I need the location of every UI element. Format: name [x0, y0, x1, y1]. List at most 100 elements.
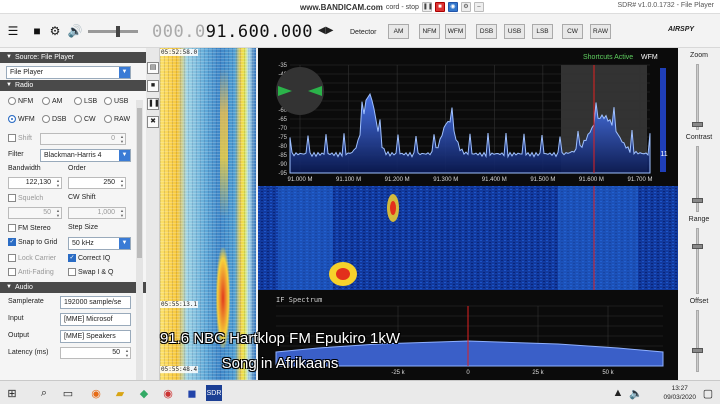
radio-dsb[interactable]: DSB — [42, 115, 66, 123]
mode-button-am[interactable]: AM — [388, 24, 409, 39]
stop-file-icon[interactable]: ■ — [147, 80, 159, 92]
radio-lsb[interactable]: LSB — [74, 97, 97, 105]
mode-button-dsb[interactable]: DSB — [476, 24, 497, 39]
mode-button-cw[interactable]: CW — [562, 24, 583, 39]
antifading-checkbox[interactable]: Anti-Fading — [8, 268, 54, 276]
radio-am[interactable]: AM — [42, 97, 63, 105]
mode-button-usb[interactable]: USB — [504, 24, 525, 39]
camera-icon[interactable]: ◉ — [447, 2, 458, 12]
input-select[interactable]: [MME] Microsof — [60, 313, 131, 326]
tools-icon[interactable]: ✖ — [147, 116, 159, 128]
db-tick-label: -95 — [278, 171, 287, 177]
offset-knob[interactable] — [692, 348, 703, 353]
search-icon[interactable]: ⌕ — [36, 385, 52, 401]
file-explorer-icon[interactable]: ▰ — [112, 385, 128, 401]
if-freq-tick-label: 50 k — [602, 370, 614, 376]
menu-icon[interactable]: ☰ — [6, 24, 20, 38]
step-select[interactable]: 50 kHz ▼ — [68, 237, 131, 250]
volume-slider[interactable] — [88, 26, 138, 37]
radio-wfm[interactable]: WFM — [8, 115, 35, 123]
shift-value: 0 — [111, 135, 115, 142]
firefox-icon[interactable]: ◉ — [88, 385, 104, 401]
app-icon[interactable]: ◉ — [160, 385, 176, 401]
mode-button-lsb[interactable]: LSB — [532, 24, 553, 39]
snap-checkbox[interactable]: ✓ Snap to Grid — [8, 238, 57, 246]
main-waterfall[interactable] — [258, 186, 678, 290]
spectrum-analyzer[interactable]: -35-40-45-50-55-60-65-70-75-80-85-90-95 … — [258, 48, 678, 186]
volume-icon[interactable]: 🔈 — [628, 385, 644, 401]
file-icon[interactable]: ▤ — [147, 62, 159, 74]
db-tick-label: -90 — [278, 162, 287, 168]
frequency-nav[interactable]: ◀▶ — [318, 25, 333, 36]
contrast-knob[interactable] — [692, 198, 703, 203]
checkbox-box-checked: ✓ — [68, 254, 76, 262]
squelch-checkbox[interactable]: Squelch — [8, 194, 43, 202]
source-section-header[interactable]: ▼ Source: File Player — [0, 52, 146, 63]
pause-file-icon[interactable]: ❚❚ — [147, 98, 160, 110]
store-icon[interactable]: ◆ — [136, 385, 152, 401]
fmstereo-checkbox[interactable]: FM Stereo — [8, 224, 51, 232]
input-value: [MME] Microsof — [64, 316, 113, 323]
radio-nfm[interactable]: NFM — [8, 97, 33, 105]
shift-label: Shift — [18, 134, 33, 142]
stepper-icon[interactable]: ▲ ▼ — [120, 208, 124, 218]
windows-start-icon[interactable]: ⊞ — [4, 385, 20, 401]
radio-label: NFM — [18, 97, 34, 105]
source-select[interactable]: File Player ▼ — [6, 66, 131, 79]
checkbox-box — [68, 268, 76, 276]
lockcarrier-checkbox[interactable]: Lock Carrier — [8, 254, 56, 262]
squelch-value: 50 — [43, 209, 51, 216]
main-toolbar: ☰ ■ ⚙ 🔊 000.091.600.000 ◀▶ Detector AM N… — [0, 14, 720, 48]
checkbox-box — [8, 224, 16, 232]
stepper-icon[interactable]: ▲ ▼ — [56, 178, 60, 188]
radio-cw[interactable]: CW — [74, 115, 96, 123]
notification-icon[interactable]: ▢ — [700, 385, 716, 401]
radio-section-header[interactable]: ▼ Radio — [0, 80, 146, 91]
squelch-input[interactable]: 50 ▲ ▼ — [8, 207, 62, 219]
stepper-icon[interactable]: ▲ ▼ — [56, 208, 60, 218]
order-input[interactable]: 250 ▲ ▼ — [68, 177, 126, 189]
carrier-band — [558, 186, 638, 290]
zoom-knob[interactable] — [692, 122, 703, 127]
samplerate-select[interactable]: 192000 sample/se — [60, 296, 131, 309]
cwshift-input[interactable]: 1,000 ▲ ▼ — [68, 207, 126, 219]
range-slider[interactable] — [696, 228, 699, 294]
bandwidth-input[interactable]: 122,130 ▲ ▼ — [8, 177, 62, 189]
record-stop-icon[interactable]: ■ — [434, 2, 445, 12]
minimize-icon[interactable]: – — [473, 2, 484, 12]
stepper-icon[interactable]: ▲ ▼ — [120, 134, 124, 144]
filter-select[interactable]: Blackman-Harris 4 ▼ — [40, 149, 131, 162]
scrollbar-thumb[interactable] — [137, 108, 142, 258]
mode-button-raw[interactable]: RAW — [590, 24, 611, 39]
audio-section-header[interactable]: ▼ Audio — [0, 282, 146, 293]
pause-icon[interactable]: ❚❚ — [421, 2, 433, 12]
sdr-app-icon[interactable]: SDR — [206, 385, 222, 401]
freq-tick-label: 91.400 M — [482, 177, 507, 183]
stop-icon[interactable]: ■ — [30, 24, 44, 38]
speaker-icon[interactable]: 🔊 — [68, 24, 83, 38]
mode-button-wfm[interactable]: WFM — [445, 24, 466, 39]
antifading-label: Anti-Fading — [18, 268, 54, 276]
offset-slider[interactable] — [696, 310, 699, 372]
task-view-icon[interactable]: ▭ — [60, 385, 76, 401]
shift-input[interactable]: 0 ▲ ▼ — [40, 133, 126, 145]
mode-button-nfm[interactable]: NFM — [419, 24, 440, 39]
volume-knob[interactable] — [116, 26, 120, 37]
zoom-slider[interactable] — [696, 64, 699, 130]
checkbox-box — [8, 254, 16, 262]
samplerate-value: 192000 sample/se — [64, 299, 122, 306]
frequency-display[interactable]: 000.091.600.000 — [152, 22, 313, 42]
settings-icon[interactable]: ⚙ — [460, 2, 471, 12]
swapiq-label: Swap I & Q — [78, 268, 114, 276]
radio-raw[interactable]: RAW — [104, 115, 130, 123]
range-knob[interactable] — [692, 244, 703, 249]
gear-icon[interactable]: ⚙ — [48, 24, 62, 38]
swapiq-checkbox[interactable]: Swap I & Q — [68, 268, 113, 276]
shift-checkbox[interactable]: Shift — [8, 134, 32, 142]
system-clock[interactable]: 13:27 09/03/2020 — [663, 384, 696, 402]
bandicam-icon[interactable]: ◼ — [184, 385, 200, 401]
radio-usb[interactable]: USB — [104, 97, 128, 105]
stepper-icon[interactable]: ▲ ▼ — [120, 178, 124, 188]
correctiq-checkbox[interactable]: ✓ Correct IQ — [68, 254, 110, 262]
network-icon[interactable]: ▲ — [610, 385, 626, 401]
